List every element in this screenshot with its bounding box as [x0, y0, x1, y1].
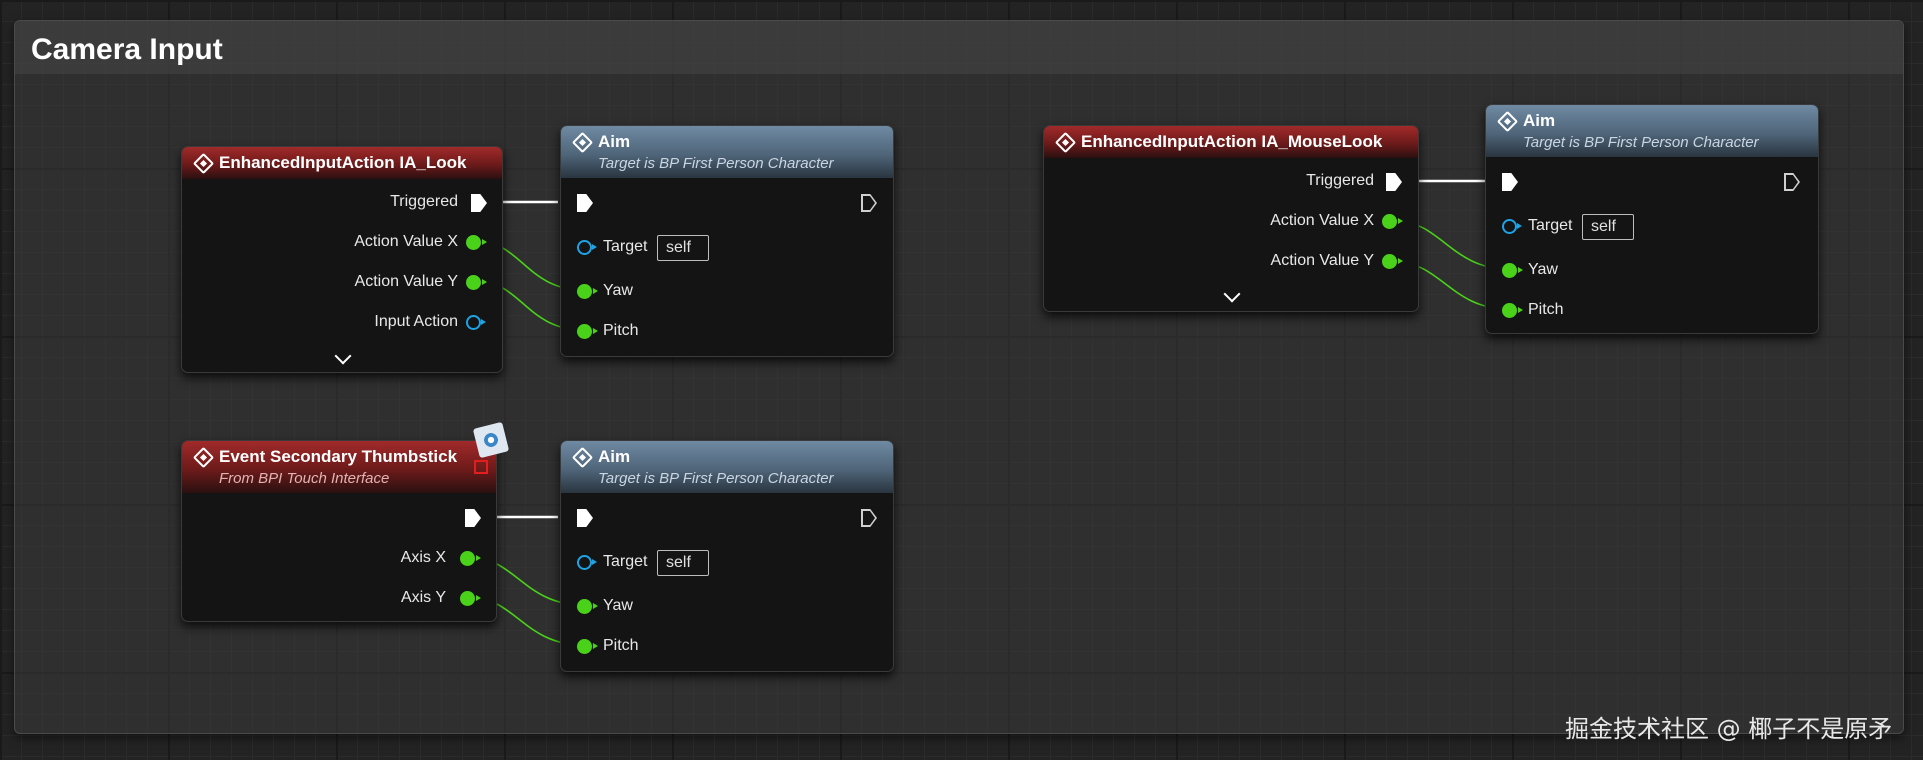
object-pin-target[interactable]	[577, 555, 597, 570]
function-diamond-icon	[1496, 110, 1519, 133]
pin-label-action-x: Action Value X	[354, 233, 458, 250]
object-pin-input-action[interactable]	[466, 315, 486, 330]
exec-out-pin[interactable]	[861, 194, 877, 212]
exec-in-pin[interactable]	[1502, 173, 1518, 191]
pin-label-triggered: Triggered	[390, 193, 458, 210]
chevron-down-icon[interactable]	[1223, 285, 1241, 303]
float-pin-pitch[interactable]	[1502, 303, 1523, 318]
float-pin-yaw[interactable]	[1502, 263, 1523, 278]
target-self-field[interactable]: self	[657, 550, 709, 576]
float-pin-axis-x[interactable]	[460, 551, 481, 566]
node-subtitle: From BPI Touch Interface	[219, 470, 390, 487]
float-pin-yaw[interactable]	[577, 599, 598, 614]
node-aim-1[interactable]: Aim Target is BP First Person Character …	[560, 125, 894, 357]
pin-label-action-y: Action Value Y	[1270, 252, 1374, 269]
exec-in-pin[interactable]	[577, 509, 593, 527]
pin-label-pitch: Pitch	[603, 637, 639, 654]
node-subtitle: Target is BP First Person Character	[1523, 134, 1759, 151]
node-header[interactable]: Aim Target is BP First Person Character	[561, 126, 893, 178]
node-title: Aim	[598, 447, 631, 466]
target-self-field[interactable]: self	[1582, 214, 1634, 240]
exec-out-pin[interactable]	[471, 194, 487, 212]
event-diamond-icon	[192, 152, 215, 175]
chevron-down-icon[interactable]	[334, 347, 352, 365]
float-pin-action-x[interactable]	[466, 235, 487, 250]
pin-label-input-action: Input Action	[374, 313, 458, 330]
node-header[interactable]: Aim Target is BP First Person Character	[1486, 105, 1818, 157]
float-pin-action-x[interactable]	[1382, 214, 1403, 229]
node-event-secondary-thumbstick[interactable]: Event Secondary Thumbstick From BPI Touc…	[181, 440, 497, 622]
pin-label-action-x: Action Value X	[1270, 212, 1374, 229]
float-pin-action-y[interactable]	[466, 275, 487, 290]
float-pin-action-y[interactable]	[1382, 254, 1403, 269]
pin-label-target: Target	[1528, 217, 1573, 234]
object-pin-target[interactable]	[1502, 219, 1522, 234]
event-diamond-icon	[192, 446, 215, 469]
pin-label-pitch: Pitch	[1528, 301, 1564, 318]
function-diamond-icon	[571, 131, 594, 154]
exec-in-pin[interactable]	[577, 194, 593, 212]
event-diamond-icon	[1054, 131, 1077, 154]
exec-out-pin[interactable]	[465, 509, 481, 527]
node-title: EnhancedInputAction IA_Look	[219, 153, 467, 172]
function-diamond-icon	[571, 446, 594, 469]
pin-label-target: Target	[603, 553, 648, 570]
exec-out-pin[interactable]	[861, 509, 877, 527]
float-pin-pitch[interactable]	[577, 324, 598, 339]
pin-label-axis-x: Axis X	[400, 549, 446, 566]
node-subtitle: Target is BP First Person Character	[598, 470, 834, 487]
comment-title: Camera Input	[31, 33, 223, 66]
pin-label-triggered: Triggered	[1306, 172, 1374, 189]
pin-label-axis-y: Axis Y	[400, 589, 446, 606]
node-title: Aim	[1523, 111, 1556, 130]
pin-label-yaw: Yaw	[1528, 261, 1558, 278]
node-header[interactable]: Event Secondary Thumbstick From BPI Touc…	[182, 441, 496, 493]
watermark: 掘金技术社区 @ 椰子不是原矛	[1565, 715, 1893, 743]
node-aim-3[interactable]: Aim Target is BP First Person Character …	[1485, 104, 1819, 334]
node-title: Aim	[598, 132, 631, 151]
node-ia-mouselook[interactable]: EnhancedInputAction IA_MouseLook Trigger…	[1043, 125, 1419, 312]
pin-label-action-y: Action Value Y	[354, 273, 458, 290]
exec-out-pin[interactable]	[1784, 173, 1800, 191]
interface-marker-icon	[474, 460, 488, 474]
float-pin-pitch[interactable]	[577, 639, 598, 654]
pin-label-pitch: Pitch	[603, 322, 639, 339]
float-pin-yaw[interactable]	[577, 284, 598, 299]
pin-label-target: Target	[603, 238, 648, 255]
node-header[interactable]: Aim Target is BP First Person Character	[561, 441, 893, 493]
node-header[interactable]: EnhancedInputAction IA_MouseLook	[1044, 126, 1418, 158]
exec-out-pin[interactable]	[1386, 173, 1402, 191]
pin-label-yaw: Yaw	[603, 282, 633, 299]
target-self-field[interactable]: self	[657, 235, 709, 261]
pin-label-yaw: Yaw	[603, 597, 633, 614]
node-subtitle: Target is BP First Person Character	[598, 155, 834, 172]
node-title: EnhancedInputAction IA_MouseLook	[1081, 132, 1383, 151]
float-pin-axis-y[interactable]	[460, 591, 481, 606]
comment-header[interactable]: Camera Input	[15, 21, 1903, 74]
object-pin-target[interactable]	[577, 240, 597, 255]
node-ia-look[interactable]: EnhancedInputAction IA_Look Triggered Ac…	[181, 146, 503, 373]
node-title: Event Secondary Thumbstick	[219, 447, 458, 466]
node-header[interactable]: EnhancedInputAction IA_Look	[182, 147, 502, 179]
node-aim-2[interactable]: Aim Target is BP First Person Character …	[560, 440, 894, 672]
